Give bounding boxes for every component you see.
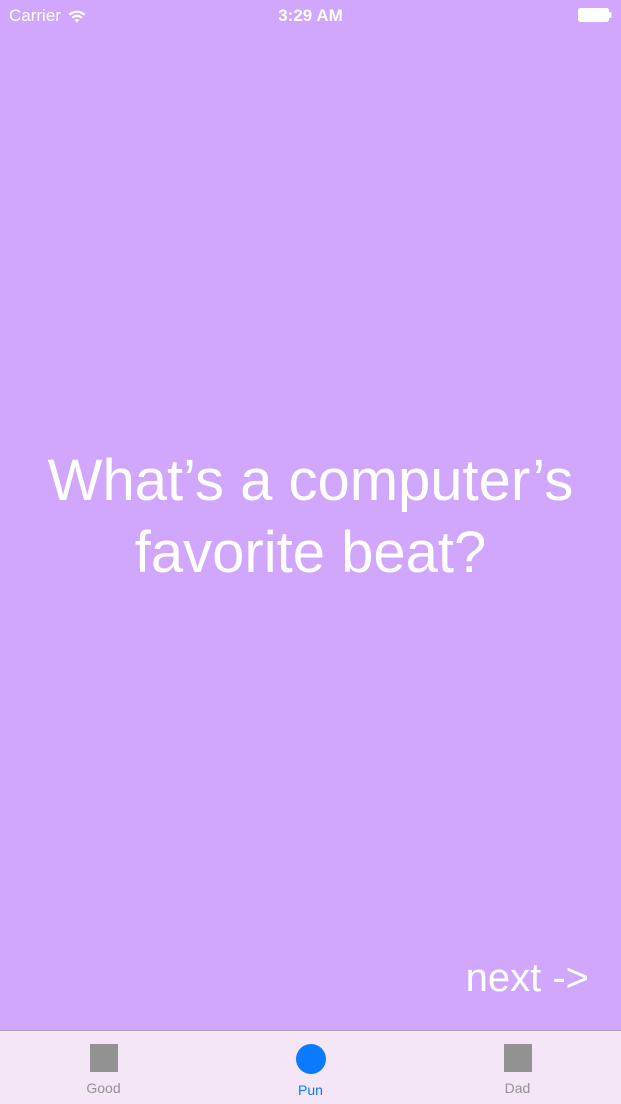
tab-label: Pun <box>298 1082 323 1098</box>
square-icon <box>89 1044 118 1072</box>
tab-dad[interactable]: Dad <box>414 1031 621 1104</box>
tab-label: Good <box>86 1080 121 1096</box>
tab-label: Dad <box>504 1080 531 1096</box>
status-bar: Carrier 3:29 AM <box>0 0 621 32</box>
tab-good[interactable]: Good <box>0 1031 207 1104</box>
joke-text: What’s a computer’s favorite beat? <box>47 448 574 585</box>
square-icon <box>503 1044 532 1072</box>
tab-pun[interactable]: Pun <box>207 1031 414 1104</box>
next-button[interactable]: next -> <box>466 956 589 1001</box>
battery-icon <box>578 8 612 22</box>
status-time: 3:29 AM <box>278 6 343 25</box>
tab-bar: Good Pun Dad <box>0 1030 621 1104</box>
app-screen: Carrier 3:29 AM What’s a computer’s favo… <box>0 0 621 1104</box>
circle-icon <box>295 1044 326 1074</box>
